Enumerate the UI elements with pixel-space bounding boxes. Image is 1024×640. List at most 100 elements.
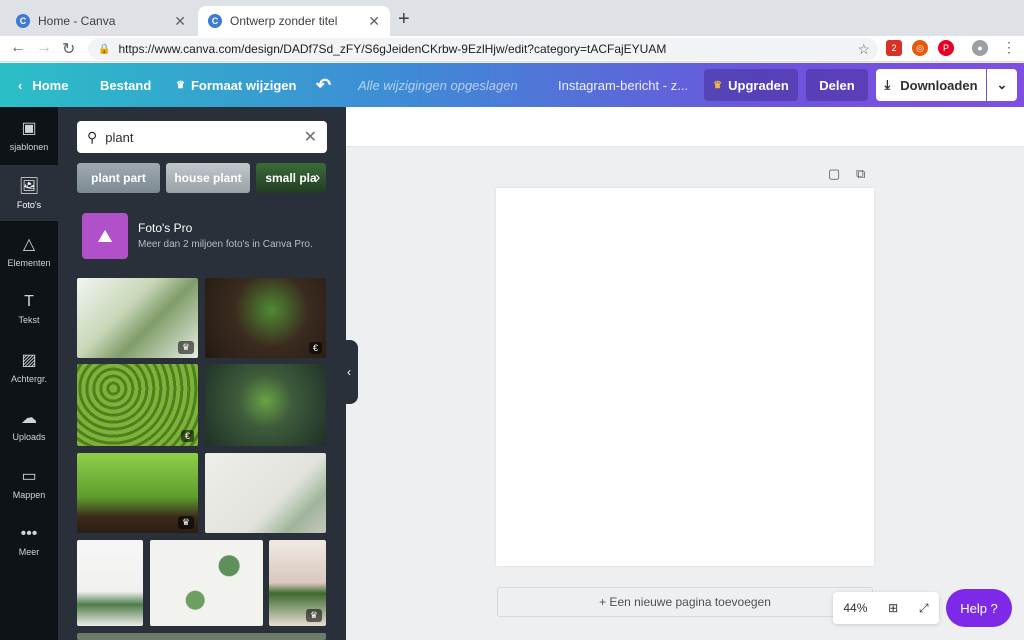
suggestion-chip[interactable]: house plant xyxy=(166,163,250,193)
photos-pro-image-icon[interactable]: ⛰ xyxy=(82,213,128,259)
home-button[interactable]: ‹ Home xyxy=(18,63,68,107)
photo-thumbnail[interactable]: ♛ xyxy=(269,540,326,626)
nav-item-more[interactable]: ••• Meer xyxy=(0,513,58,569)
url-field[interactable]: 🔒 https://www.canva.com/design/DADf7Sd_z… xyxy=(88,38,878,60)
nav-item-text[interactable]: T Tekst xyxy=(0,281,58,337)
folder-icon: ▭ xyxy=(21,468,37,485)
nav-label: Foto's xyxy=(16,200,42,210)
nav-item-templates[interactable]: ▣ sjablonen xyxy=(0,107,58,163)
editor-top-bar: ‹ Home Bestand ♛ Formaat wijzigen ↶ Alle w… xyxy=(0,63,1024,107)
photo-thumbnail[interactable] xyxy=(77,540,143,626)
download-button[interactable]: ⤓ Downloaden xyxy=(876,69,986,101)
nav-item-elements[interactable]: △ Elementen xyxy=(0,223,58,279)
photo-thumbnail[interactable]: € xyxy=(205,278,326,358)
reload-icon[interactable]: ↻ xyxy=(62,39,75,59)
pinterest-icon[interactable]: P xyxy=(938,40,954,56)
home-label: Home xyxy=(32,77,69,93)
close-tab-icon[interactable]: ✕ xyxy=(174,13,186,30)
browser-tab-bar: C Home - Canva ✕ C Ontwerp zonder titel … xyxy=(0,0,1024,36)
undo-icon[interactable]: ↶ xyxy=(316,63,331,107)
photos-panel: ⚲ ✕ plant part house plant small pla › ⛰… xyxy=(58,107,346,640)
profile-avatar-icon[interactable]: ● xyxy=(972,40,988,56)
save-status: Alle wijzigingen opgeslagen xyxy=(358,77,518,93)
help-button[interactable]: Help ? xyxy=(946,589,1012,627)
duplicate-page-icon[interactable]: ⧉ xyxy=(856,166,865,182)
download-options-chevron-down-icon[interactable]: ⌄ xyxy=(987,69,1017,101)
extension-badge-icon[interactable]: 2 xyxy=(886,40,902,56)
search-icon: ⚲ xyxy=(87,128,98,145)
photo-thumbnail[interactable] xyxy=(205,364,326,446)
left-navigation: ▣ sjablonen 🖼 Foto's △ Elementen T Tekst ▨ Ac… xyxy=(0,107,58,640)
shapes-icon: △ xyxy=(22,236,36,253)
photo-thumbnail[interactable]: € xyxy=(77,364,198,446)
nav-label: Achtergr. xyxy=(10,374,48,384)
photo-thumbnail[interactable]: ♛ xyxy=(77,453,198,533)
forward-icon[interactable]: → xyxy=(36,39,52,57)
browser-menu-icon[interactable]: ⋮ xyxy=(1002,39,1016,56)
euro-icon: € xyxy=(180,430,194,442)
share-button[interactable]: Delen xyxy=(806,69,868,101)
tab-home-canva[interactable]: C Home - Canva ✕ xyxy=(6,6,196,36)
crown-icon: ♛ xyxy=(713,79,723,91)
canva-favicon-icon: C xyxy=(208,14,222,28)
nav-item-photos[interactable]: 🖼 Foto's xyxy=(0,165,58,221)
extension-icon[interactable]: ◎ xyxy=(912,40,928,56)
zoom-controls: 44% ⊞ ⤢ xyxy=(833,592,939,624)
grid-view-icon[interactable]: ⊞ xyxy=(888,601,898,615)
file-menu-button[interactable]: Bestand xyxy=(100,63,151,107)
download-label: Downloaden xyxy=(900,77,978,93)
upgrade-button[interactable]: ♛ Upgraden xyxy=(704,69,798,101)
crown-icon: ♛ xyxy=(177,516,194,529)
design-page-canvas[interactable] xyxy=(496,188,874,566)
resize-button[interactable]: ♛ Formaat wijzigen xyxy=(176,63,296,107)
background-icon: ▨ xyxy=(21,352,37,369)
url-text: https://www.canva.com/design/DADf7Sd_zFY… xyxy=(118,42,667,56)
upgrade-label: Upgraden xyxy=(728,77,789,93)
tab-title: Home - Canva xyxy=(38,14,116,28)
crown-icon: ♛ xyxy=(176,79,185,91)
editor-toolbar xyxy=(346,107,1024,147)
photo-thumbnail[interactable] xyxy=(150,540,263,626)
address-bar-row: ← → ↻ 🔒 https://www.canva.com/design/DAD… xyxy=(0,36,1024,62)
photo-icon: 🖼 xyxy=(18,178,40,195)
chips-next-chevron-icon[interactable]: › xyxy=(315,163,331,193)
euro-icon: € xyxy=(308,342,322,354)
nav-label: Uploads xyxy=(12,432,46,442)
back-icon[interactable]: ← xyxy=(10,39,26,57)
pro-subtitle: Meer dan 2 miljoen foto's in Canva Pro. xyxy=(138,239,313,250)
clear-search-icon[interactable]: ✕ xyxy=(304,127,317,147)
download-icon: ⤓ xyxy=(884,77,891,92)
canva-favicon-icon: C xyxy=(16,14,30,28)
nav-label: sjablonen xyxy=(9,142,49,152)
add-page-button[interactable]: + Een nieuwe pagina toevoegen xyxy=(497,587,873,617)
tab-design[interactable]: C Ontwerp zonder titel ✕ xyxy=(198,6,390,36)
chevron-left-icon: ‹ xyxy=(18,77,23,93)
zoom-level[interactable]: 44% xyxy=(843,601,867,615)
search-input[interactable] xyxy=(105,129,304,145)
template-icon: ▣ xyxy=(21,120,37,137)
page-note-icon[interactable]: ▢ xyxy=(828,166,840,182)
collapse-panel-chevron-icon[interactable]: ‹ xyxy=(340,340,358,404)
nav-item-background[interactable]: ▨ Achtergr. xyxy=(0,339,58,395)
nav-item-folders[interactable]: ▭ Mappen xyxy=(0,455,58,511)
fullscreen-icon[interactable]: ⤢ xyxy=(919,601,929,616)
photo-thumbnail-partial[interactable] xyxy=(77,633,326,640)
tab-title: Ontwerp zonder titel xyxy=(230,14,338,28)
photo-thumbnail[interactable]: ♛ xyxy=(77,278,198,358)
text-icon: T xyxy=(24,293,34,310)
nav-label: Mappen xyxy=(12,490,46,500)
design-name[interactable]: Instagram-bericht - z... xyxy=(558,63,688,107)
resize-label: Formaat wijzigen xyxy=(190,77,297,93)
photo-thumbnail[interactable] xyxy=(205,453,326,533)
nav-item-uploads[interactable]: ☁ Uploads xyxy=(0,397,58,453)
close-tab-icon[interactable]: ✕ xyxy=(368,13,380,30)
more-icon: ••• xyxy=(20,525,38,542)
pro-title[interactable]: Foto's Pro xyxy=(138,221,192,235)
nav-label: Elementen xyxy=(7,258,51,268)
crown-icon: ♛ xyxy=(177,341,194,354)
lock-icon: 🔒 xyxy=(98,43,111,55)
crown-icon: ♛ xyxy=(305,609,322,622)
suggestion-chip[interactable]: plant part xyxy=(77,163,160,193)
bookmark-star-icon[interactable]: ☆ xyxy=(857,41,870,58)
new-tab-icon[interactable]: + xyxy=(398,8,410,31)
